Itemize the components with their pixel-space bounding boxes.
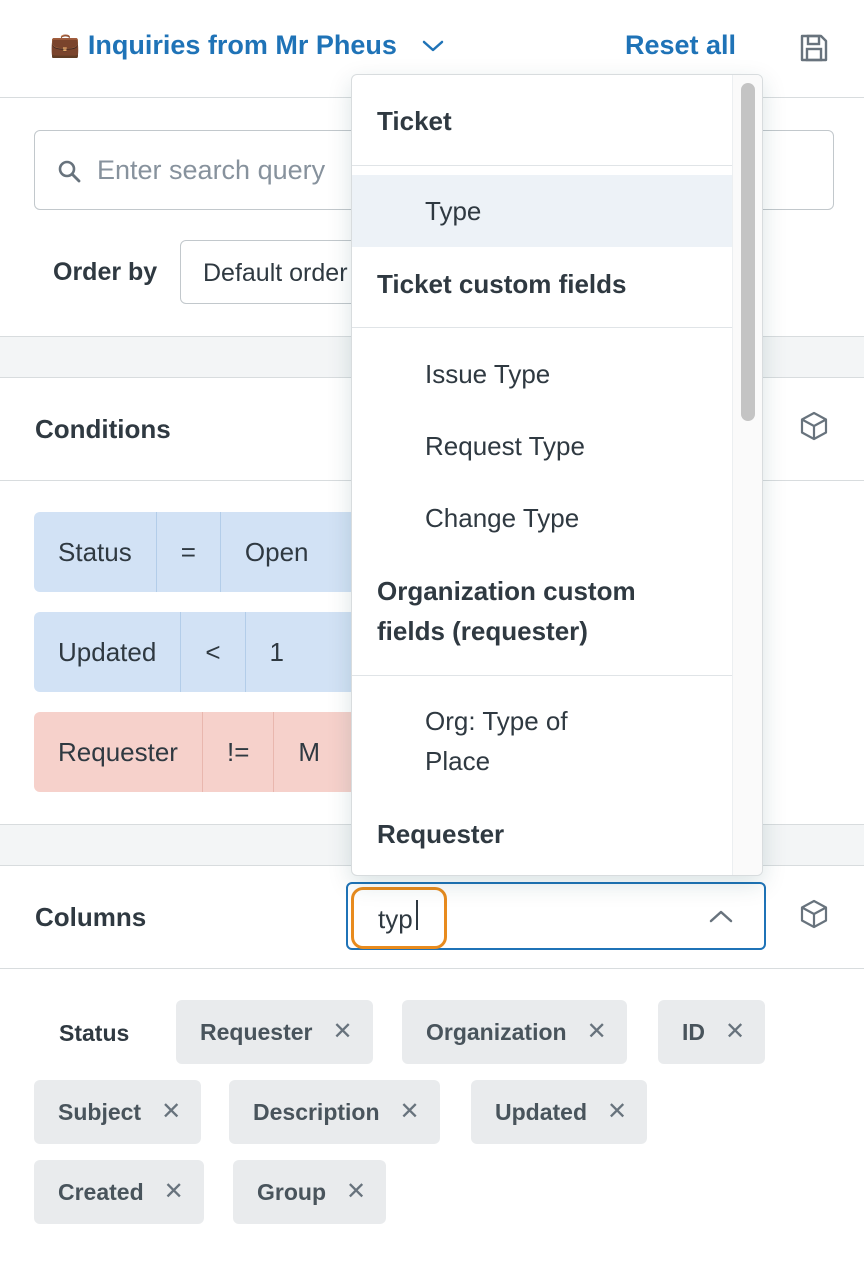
close-icon[interactable]: ✕ [400, 1100, 420, 1124]
view-title: Inquiries from Mr Pheus [87, 30, 397, 60]
condition-row[interactable]: Status = Open [34, 512, 364, 592]
condition-value: 1 [244, 612, 308, 692]
dropdown-group-header: Ticket [377, 106, 452, 136]
scrollbar-thumb[interactable] [741, 83, 755, 421]
column-tag-label: ID [682, 1018, 705, 1045]
close-icon[interactable]: ✕ [725, 1020, 745, 1044]
dropdown-group-header: Requester [377, 819, 505, 849]
divider [352, 165, 732, 166]
focus-ring: typ [351, 887, 447, 949]
view-title-dropdown[interactable]: 💼 Inquiries from Mr Pheus [50, 30, 445, 61]
divider [0, 968, 864, 969]
condition-operator: != [201, 712, 273, 792]
condition-row[interactable]: Requester != M [34, 712, 364, 792]
column-tag: Description ✕ [229, 1080, 440, 1144]
condition-row[interactable]: Updated < 1 [34, 612, 364, 692]
search-placeholder: Enter search query [97, 155, 326, 185]
dropdown-option[interactable]: Type [352, 175, 732, 247]
column-tag-label: Organization [426, 1018, 567, 1045]
order-by-label: Order by [53, 258, 158, 286]
condition-operator: = [155, 512, 220, 592]
cube-icon[interactable] [798, 410, 830, 442]
close-icon[interactable]: ✕ [587, 1020, 607, 1044]
column-tag: Requester ✕ [176, 1000, 373, 1064]
close-icon[interactable]: ✕ [332, 1020, 352, 1044]
column-tag: Subject ✕ [34, 1080, 202, 1144]
chevron-up-icon[interactable] [708, 908, 734, 929]
column-tag-label: Created [58, 1178, 144, 1205]
reset-all-link[interactable]: Reset all [625, 30, 736, 61]
search-icon [57, 159, 83, 190]
conditions-title: Conditions [35, 414, 171, 444]
column-tag: ID ✕ [658, 1000, 766, 1064]
condition-operator: < [180, 612, 244, 692]
condition-value: Open [219, 512, 333, 592]
column-tag-label: Description [253, 1098, 380, 1125]
column-tag: Organization ✕ [402, 1000, 627, 1064]
column-tag: Group ✕ [233, 1160, 387, 1224]
close-icon[interactable]: ✕ [164, 1180, 184, 1204]
column-tag-label: Updated [495, 1098, 587, 1125]
close-icon[interactable]: ✕ [607, 1100, 627, 1124]
columns-title: Columns [35, 902, 147, 932]
divider [352, 675, 732, 676]
dropdown-group-header-line: fields (requester) [377, 616, 588, 646]
close-icon[interactable]: ✕ [346, 1180, 366, 1204]
order-by-value: Default order [203, 259, 348, 287]
dropdown-option[interactable]: Issue Type [352, 354, 732, 394]
column-tag-label: Group [257, 1178, 326, 1205]
dropdown-option-line: Place [425, 746, 491, 776]
close-icon[interactable]: ✕ [161, 1100, 181, 1124]
column-options-dropdown: Ticket Type Ticket custom fields Issue T… [351, 74, 763, 876]
dropdown-group-header: Ticket custom fields [377, 269, 627, 299]
chevron-down-icon [421, 38, 445, 54]
briefcase-icon: 💼 [50, 32, 80, 59]
column-search-input[interactable]: typ [346, 882, 766, 950]
dropdown-scrollbar[interactable] [732, 75, 762, 875]
cube-icon[interactable] [798, 898, 830, 930]
divider [352, 327, 732, 328]
text-caret [416, 900, 418, 930]
condition-field: Status [58, 536, 132, 567]
column-tag-label: Requester [200, 1018, 313, 1045]
column-tag: Updated ✕ [471, 1080, 648, 1144]
column-tag: Created ✕ [34, 1160, 204, 1224]
dropdown-option-line: Org: Type of [425, 706, 568, 736]
condition-field: Requester [58, 736, 178, 767]
dropdown-option[interactable]: Request Type [352, 426, 732, 466]
column-search-value: typ [378, 904, 413, 934]
dropdown-group-header: Organization custom fields (requester) [377, 571, 636, 651]
condition-value: M [273, 712, 344, 792]
dropdown-group-header-line: Organization custom [377, 576, 636, 606]
column-tag-label: Subject [58, 1098, 142, 1125]
condition-field: Updated [58, 636, 157, 667]
dropdown-option[interactable]: Change Type [352, 498, 732, 538]
dropdown-option[interactable]: Org: Type of Place [352, 701, 732, 781]
save-icon[interactable] [798, 32, 830, 64]
column-tag-status: Status [59, 1020, 130, 1046]
